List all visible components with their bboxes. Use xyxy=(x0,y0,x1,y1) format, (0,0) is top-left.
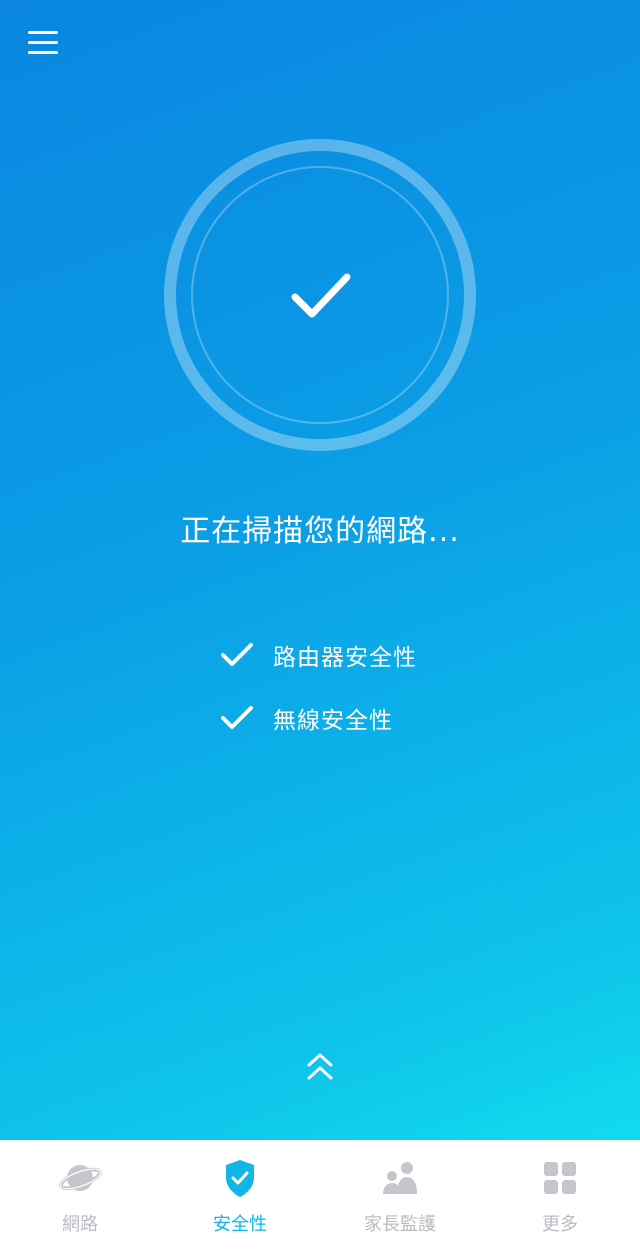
family-icon xyxy=(383,1162,417,1194)
security-scan-screen: 正在掃描您的網路... 路由器安全性 無線安全性 xyxy=(0,0,640,1140)
double-chevron-up-icon[interactable] xyxy=(304,1050,336,1084)
check-icon xyxy=(221,706,253,729)
bottom-tab-bar: 網路 安全性 家長監護 更多 xyxy=(0,1140,640,1253)
scan-item-label: 路由器安全性 xyxy=(273,645,417,671)
tab-network[interactable]: 網路 xyxy=(0,1140,160,1253)
scan-item-router-security: 路由器安全性 xyxy=(220,637,417,673)
shield-check-icon xyxy=(226,1160,254,1197)
check-icon xyxy=(291,273,351,318)
check-icon xyxy=(221,643,253,666)
menu-icon[interactable] xyxy=(26,28,62,60)
tab-label: 安全性 xyxy=(213,1214,267,1235)
tab-label: 家長監護 xyxy=(364,1214,436,1235)
tab-security[interactable]: 安全性 xyxy=(160,1140,320,1253)
tab-label: 網路 xyxy=(62,1214,98,1235)
grid-icon xyxy=(544,1162,576,1194)
scan-item-label: 無線安全性 xyxy=(273,708,393,734)
tab-label: 更多 xyxy=(542,1214,578,1235)
scan-item-wireless-security: 無線安全性 xyxy=(220,700,393,736)
tab-parental-controls[interactable]: 家長監護 xyxy=(320,1140,480,1253)
planet-icon xyxy=(58,1165,102,1191)
scan-status-title: 正在掃描您的網路... xyxy=(180,514,460,549)
tab-more[interactable]: 更多 xyxy=(480,1140,640,1253)
